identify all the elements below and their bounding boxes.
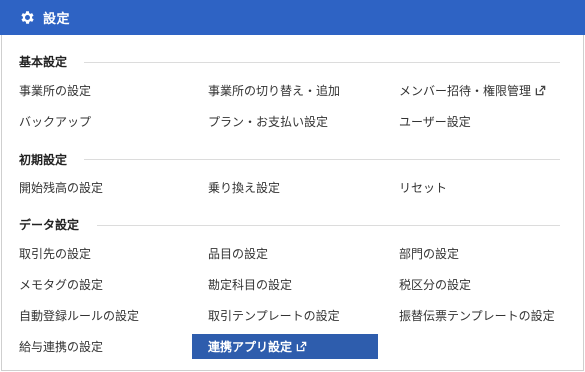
external-link-icon [535,85,546,96]
menu-item-label: 部門の設定 [399,246,460,261]
section-divider [84,159,560,160]
gear-icon [19,9,36,26]
menu-item-label: 税区分の設定 [399,277,472,292]
menu-item-payroll-integration[interactable]: 給与連携の設定 [19,336,103,356]
menu-item-reset[interactable]: リセット [399,177,447,197]
menu-item-label: 取引先の設定 [19,246,92,261]
menu-item-label: 給与連携の設定 [19,339,104,354]
menu-item-label: リセット [399,180,448,195]
menu-item-connected-apps[interactable]: 連携アプリ設定 [192,334,378,359]
menu-item-label: メモタグの設定 [19,277,104,292]
external-link-icon [296,341,307,352]
section-divider [97,225,560,226]
menu-item-products[interactable]: 品目の設定 [208,243,268,263]
menu-item-label: 開始残高の設定 [19,180,104,195]
menu-item-label: メンバー招待・権限管理 [399,83,532,98]
settings-menu-header[interactable]: 設定 [0,0,585,35]
menu-item-label: 乗り換え設定 [208,180,281,195]
menu-item-account-items[interactable]: 勘定科目の設定 [208,274,292,294]
menu-item-label: ユーザー設定 [399,114,471,129]
menu-item-opening-balance[interactable]: 開始残高の設定 [19,177,103,197]
menu-item-plan-payment[interactable]: プラン・お支払い設定 [208,111,328,131]
menu-item-label: 取引テンプレートの設定 [208,308,340,323]
menu-item-label: 自動登録ルールの設定 [19,308,140,323]
menu-item-user-settings[interactable]: ユーザー設定 [399,111,471,131]
menu-item-switch-office[interactable]: 事業所の切り替え・追加 [208,80,340,100]
menu-item-label: プラン・お支払い設定 [208,114,329,129]
menu-item-label: 勘定科目の設定 [208,277,293,292]
section-title-initial: 初期設定 [19,153,68,167]
section-title-basic: 基本設定 [19,55,68,69]
menu-item-departments[interactable]: 部門の設定 [399,243,459,263]
section-divider [84,62,560,63]
menu-item-label: 品目の設定 [208,246,269,261]
menu-item-backup[interactable]: バックアップ [19,111,91,131]
menu-item-member-invite[interactable]: メンバー招待・権限管理 [399,80,546,100]
menu-item-migration[interactable]: 乗り換え設定 [208,177,280,197]
menu-item-partners[interactable]: 取引先の設定 [19,243,91,263]
menu-item-auto-rules[interactable]: 自動登録ルールの設定 [19,305,139,325]
menu-item-tax-categories[interactable]: 税区分の設定 [399,274,471,294]
menu-item-label: 事業所の設定 [19,83,92,98]
menu-item-label: 振替伝票テンプレートの設定 [399,308,555,323]
menu-item-transaction-templates[interactable]: 取引テンプレートの設定 [208,305,340,325]
settings-dropdown-panel: 基本設定 事業所の設定 事業所の切り替え・追加 メンバー招待・権限管理 バックア… [1,35,584,371]
menu-item-memo-tags[interactable]: メモタグの設定 [19,274,103,294]
section-title-data: データ設定 [19,218,80,232]
menu-item-office-settings[interactable]: 事業所の設定 [19,80,91,100]
menu-item-label: バックアップ [19,114,92,129]
header-title: 設定 [43,12,71,27]
menu-item-label: 事業所の切り替え・追加 [208,83,341,98]
menu-item-transfer-templates[interactable]: 振替伝票テンプレートの設定 [399,305,555,325]
menu-item-label: 連携アプリ設定 [208,340,293,354]
